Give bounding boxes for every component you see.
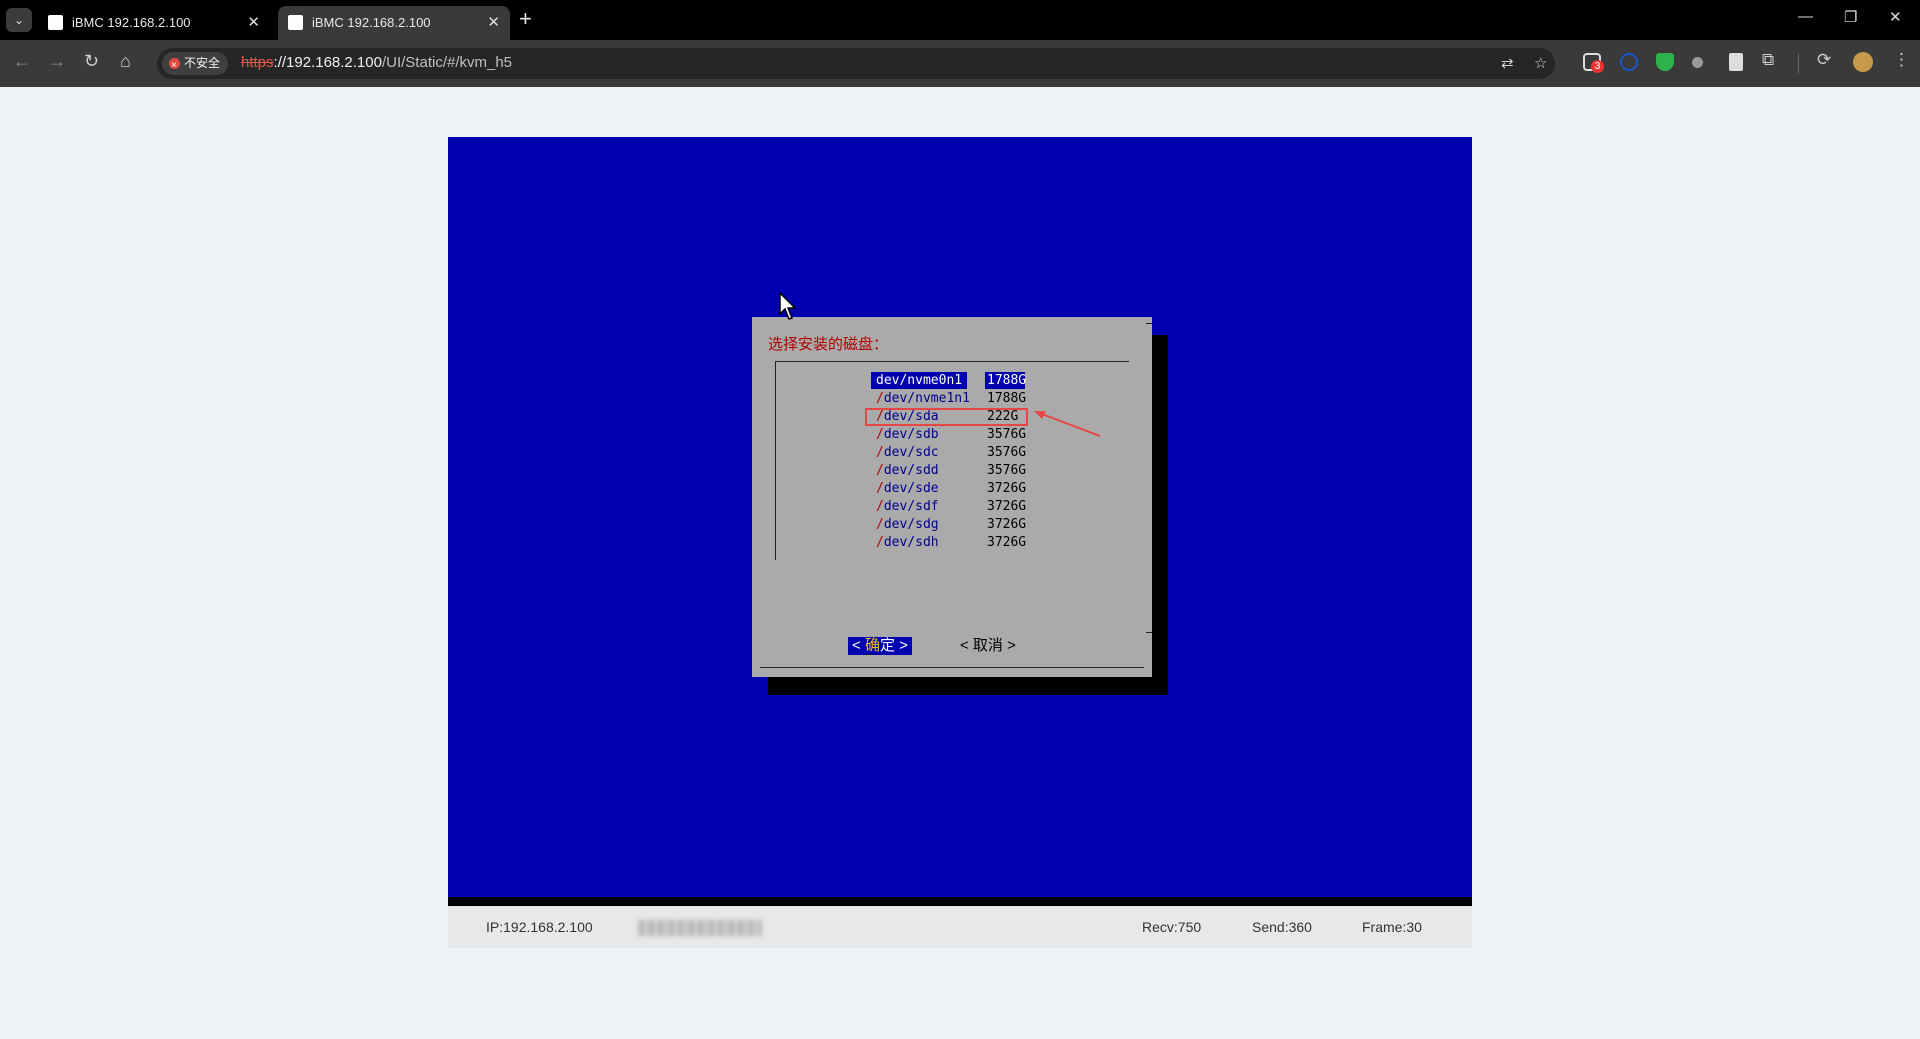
cancel-button[interactable]: < 取消 > <box>960 637 1016 655</box>
dialog-frame-bottom <box>760 667 1144 668</box>
forward-icon[interactable]: → <box>48 51 66 72</box>
browser-toolbar: ← → ↻ ⌂ 不安全 https://192.168.2.100/UI/Sta… <box>0 40 1920 87</box>
path-slash: / <box>876 481 884 496</box>
tab-title: iBMC 192.168.2.100 <box>72 15 191 30</box>
page-favicon-icon <box>48 15 63 30</box>
path-slash: / <box>876 391 884 406</box>
extension-badge-icon[interactable]: 3 <box>1583 53 1604 73</box>
disk-device-name: dev/sde <box>883 481 939 496</box>
document-icon[interactable] <box>1729 53 1743 71</box>
disk-device-name: dev/nvme1n1 <box>883 391 970 406</box>
minimize-icon[interactable]: — <box>1798 8 1813 25</box>
ok-label: 定 <box>880 637 896 654</box>
shield-extension-icon[interactable] <box>1656 53 1674 71</box>
tab-strip: ⌄ iBMC 192.168.2.100 ✕ iBMC 192.168.2.10… <box>0 0 1920 40</box>
profile-avatar[interactable] <box>1853 52 1873 72</box>
status-send: Send:360 <box>1252 919 1312 935</box>
blurred-info <box>638 920 762 936</box>
toolbar-divider <box>1798 53 1799 73</box>
disk-device: /dev/sdc <box>871 444 967 461</box>
not-secure-label: 不安全 <box>184 56 221 70</box>
tab-search-button[interactable]: ⌄ <box>6 8 32 32</box>
disk-device-name: dev/sdf <box>883 499 939 514</box>
restore-icon[interactable]: ❐ <box>1844 8 1857 26</box>
disk-device: dev/nvme0n1 <box>871 372 967 389</box>
path-slash: / <box>876 517 884 532</box>
tab-title: iBMC 192.168.2.100 <box>312 15 431 30</box>
dialog-title: 选择安装的磁盘： <box>768 336 889 353</box>
disk-device-name: dev/nvme0n1 <box>876 373 963 388</box>
status-ip: IP:192.168.2.100 <box>486 919 593 935</box>
disk-size: 3726G <box>987 499 1027 514</box>
extension-dot-icon[interactable] <box>1692 57 1703 68</box>
warning-icon <box>169 54 180 77</box>
disk-device: /dev/sdg <box>871 516 967 533</box>
disk-size: 1788G <box>987 391 1027 406</box>
chevron-down-icon: ⌄ <box>13 13 25 27</box>
close-tab-icon[interactable]: ✕ <box>487 13 500 31</box>
ok-bracket-close: > <box>895 637 908 654</box>
annotation-highlight-box <box>865 408 1028 426</box>
frame-tick <box>1146 323 1152 324</box>
ok-hotkey: 确 <box>864 637 880 654</box>
disk-device-name: dev/sdd <box>883 463 939 478</box>
status-recv: Recv:750 <box>1142 919 1202 935</box>
path-slash: / <box>876 463 884 478</box>
kvm-bottom-border <box>448 897 1472 906</box>
disk-device-name: dev/sdg <box>883 517 939 532</box>
path-slash: / <box>876 535 884 550</box>
disk-size: 3576G <box>987 463 1027 478</box>
not-secure-chip[interactable]: 不安全 <box>162 52 229 77</box>
disk-size: 3726G <box>987 517 1027 532</box>
page-favicon-icon <box>288 15 303 30</box>
mouse-cursor-icon <box>779 292 797 320</box>
sync-icon[interactable]: ⟳ <box>1817 50 1831 70</box>
more-menu-icon[interactable]: ⋮ <box>1893 50 1910 70</box>
extension-badge-count: 3 <box>1591 60 1604 73</box>
address-bar[interactable]: 不安全 https://192.168.2.100/UI/Static/#/kv… <box>157 48 1555 79</box>
url-scheme: https <box>241 54 274 71</box>
disk-device: /dev/sde <box>871 480 967 497</box>
status-frame: Frame:30 <box>1362 919 1422 935</box>
reload-icon[interactable]: ↻ <box>84 51 99 72</box>
new-tab-button[interactable]: + <box>519 6 532 32</box>
home-icon[interactable]: ⌂ <box>120 51 131 72</box>
disk-device-name: dev/sdb <box>883 427 939 442</box>
bookmark-star-icon[interactable]: ☆ <box>1534 54 1547 72</box>
disk-device: /dev/sdb <box>871 426 967 443</box>
list-frame-left <box>775 361 776 560</box>
tab-ibmc-1[interactable]: iBMC 192.168.2.100 ✕ <box>38 6 270 40</box>
disk-select-dialog: 选择安装的磁盘： dev/nvme0n1 1788G/dev/nvme1n1 178… <box>752 317 1152 677</box>
disk-device-name: dev/sdc <box>883 445 939 460</box>
path-slash: / <box>876 445 884 460</box>
url-text[interactable]: https://192.168.2.100/UI/Static/#/kvm_h5 <box>241 54 512 71</box>
extensions-puzzle-icon[interactable]: ⧉ <box>1762 50 1774 70</box>
extension-circle-icon[interactable] <box>1620 53 1638 71</box>
ok-button[interactable]: < 确定 > <box>848 637 912 655</box>
disk-size: 3576G <box>987 427 1027 442</box>
disk-device: /dev/nvme1n1 <box>871 390 970 407</box>
disk-device: /dev/sdf <box>871 498 967 515</box>
list-frame-top <box>775 361 1129 362</box>
disk-size: 3726G <box>987 535 1027 550</box>
path-slash: / <box>876 427 884 442</box>
disk-size: 3726G <box>987 481 1027 496</box>
close-tab-icon[interactable]: ✕ <box>247 13 260 31</box>
tab-ibmc-2-active[interactable]: iBMC 192.168.2.100 ✕ <box>278 6 510 40</box>
path-slash: / <box>876 499 884 514</box>
annotation-arrow-icon <box>1034 411 1101 437</box>
url-path: /UI/Static/#/kvm_h5 <box>381 54 513 71</box>
translate-icon[interactable]: ⇄ <box>1501 54 1514 72</box>
kvm-status-bar: IP:192.168.2.100 Recv:750 Send:360 Frame… <box>448 906 1472 948</box>
disk-size: 1788G <box>985 372 1027 389</box>
url-host: ://192.168.2.100 <box>273 54 382 71</box>
ok-bracket-open: < <box>852 637 865 654</box>
back-icon[interactable]: ← <box>13 51 31 72</box>
close-window-icon[interactable]: ✕ <box>1889 8 1902 26</box>
disk-device: /dev/sdd <box>871 462 967 479</box>
frame-tick <box>1146 632 1152 633</box>
disk-size: 3576G <box>987 445 1027 460</box>
disk-device-name: dev/sdh <box>883 535 939 550</box>
disk-device: /dev/sdh <box>871 534 967 551</box>
